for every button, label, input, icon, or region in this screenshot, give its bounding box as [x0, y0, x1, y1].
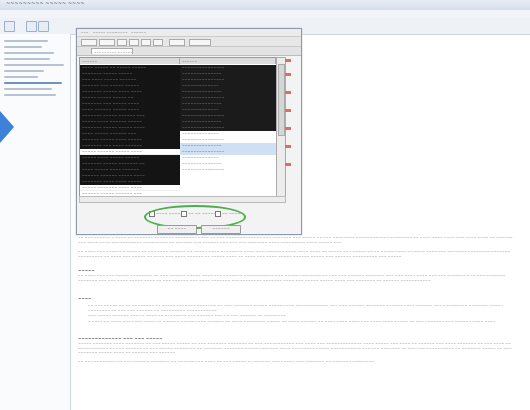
section-heading: ~~~~	[78, 296, 92, 301]
section-heading: ~~~~~~~~~~~~~ ~~~ ~~~ ~~~~~	[78, 336, 163, 341]
paragraph: ~~ ~~~~ ~~~ ~~~~~~~ ~~~~~ ~~ ~~~ ~~~~ ~~…	[78, 250, 511, 259]
tree-item[interactable]: ~~~~~~~~~~~	[4, 46, 42, 48]
dialog-menubar: ~~~ ~~~~~ ~~~~ ~~~~~ ~~~~~~	[77, 29, 301, 37]
document-body: ~~ ~~~ ~~~~~~ ~ ~~~~ ~~ ~~~~~~~ ~~~~~~~ …	[78, 236, 530, 410]
toolbar-button[interactable]	[153, 39, 163, 46]
tree-item[interactable]: ~~~~~ ~~~~~ ~~~~~~~~~~~	[4, 64, 64, 66]
tree-item[interactable]: ~~~~~~~~ ~~~~~~~~~	[4, 58, 50, 60]
paragraph: ~~ ~~~~ ~~~ ~~~ ~~~~~ ~~~~~~~~ ~~ ~~~ ~~…	[78, 274, 506, 283]
grid-horizontal-scrollbar[interactable]	[79, 196, 286, 203]
status-marker	[285, 59, 291, 62]
menu-item[interactable]: ~~~~~~	[131, 30, 146, 34]
mapping-grid: ~~~~~~ ~~~~~~ ~~~~ ~~~~~ ~~ ~~~~~ ~~~~~ ~…	[79, 57, 277, 197]
toolbar-combo[interactable]	[99, 39, 115, 46]
toolbar-combo[interactable]	[189, 39, 211, 46]
dialog-tabs: ~~~~~~~~~ ~~~~~~~~~	[77, 47, 301, 56]
bullet-item: ~~~ ~~~~~ ~~~~~~ ~~~ ~~ ~~~~ ~~ ~~~~~~~~…	[88, 314, 518, 319]
tree-item[interactable]: ~~~~~~~~ ~~~~~~	[4, 94, 56, 96]
mapping-dialog-screenshot: ~~~ ~~~~~ ~~~~ ~~~~~ ~~~~~~ ~~~~~~~~~ ~~…	[76, 28, 302, 235]
target-row[interactable]: ~~~~~~~~~~~~~~~	[180, 167, 276, 173]
status-marker	[285, 109, 291, 112]
toolbar-button[interactable]	[129, 39, 139, 46]
arrow-right-icon	[0, 111, 14, 143]
menu-item[interactable]: ~~~~~	[115, 30, 128, 34]
tree-item[interactable]: ~~~~~ ~~~	[4, 76, 38, 78]
status-marker	[285, 145, 291, 148]
paragraph: ~~ ~~~ ~~~~~~~~ ~~ ~~~ ~~~~~~ ~~~~~~~ ~~…	[78, 360, 375, 364]
section-heading: ~~~~~	[78, 268, 95, 273]
tree-item[interactable]: ~~~~~ ~~~~~~~	[4, 52, 54, 54]
menu-item[interactable]: ~~~	[81, 30, 89, 34]
status-marker	[285, 91, 291, 94]
status-marker	[285, 73, 291, 76]
tab-mapping[interactable]: ~~~~~~~~~ ~~~~~~~~~	[91, 48, 133, 54]
column-header-target[interactable]: ~~~~~~	[180, 58, 276, 64]
toolbar-button[interactable]	[141, 39, 151, 46]
navigation-pane: ~~~~~ ~~~~~~~~ ~~~~~~ ~~~~~~~~~~~ ~~~~~ …	[0, 34, 71, 410]
bullet-item: ~~ ~~~ ~~~~~ ~~ ~~ ~~~~~~~~ ~~ ~~~~~ ~~~…	[88, 304, 518, 313]
toolbar-combo[interactable]	[169, 39, 185, 46]
paragraph: ~~ ~~~ ~~~~~~ ~ ~~~~ ~~ ~~~~~~~ ~~~~~~~ …	[78, 236, 513, 245]
window-title: ~~~~~~~~~ ~~~~~ ~~~~	[6, 1, 85, 7]
tree-item-selected[interactable]: ~~~~~~~~~ ~~~~~~~~~~~~	[4, 82, 62, 84]
tree-item[interactable]: ~~~~ ~~~~~~~~	[4, 70, 44, 72]
toolbar-combo[interactable]	[81, 39, 97, 46]
tree-item[interactable]: ~~~~~ ~~~~~~~~ ~~~~~~	[4, 40, 48, 42]
home-icon[interactable]	[26, 21, 37, 32]
dialog-toolbar	[77, 37, 301, 47]
status-marker	[285, 127, 291, 130]
menu-item[interactable]: ~~~~~ ~~~~	[93, 30, 117, 34]
print-icon[interactable]	[38, 21, 49, 32]
status-marker	[285, 163, 291, 166]
scroll-thumb[interactable]	[278, 64, 285, 136]
toolbar-button[interactable]	[117, 39, 127, 46]
paragraph: ~~~~~ ~~~~~~~ ~~~~ ~~~~~~~ ~~ ~~~ ~~~~~ …	[78, 342, 512, 356]
column-header-source[interactable]: ~~~~~~	[80, 58, 180, 64]
ok-button[interactable]: ~~ ~~~~	[157, 225, 197, 234]
tree-item[interactable]: ~~~~~ ~~~~~~~~~	[4, 88, 52, 90]
back-icon[interactable]	[4, 21, 15, 32]
cancel-button[interactable]: ~~~~~~	[201, 225, 241, 234]
bullet-item: ~ ~~~~ ~~ ~~~~ ~~~~ ~~~ ~~~~ ~~ ~~~~~~ ~…	[88, 320, 518, 325]
